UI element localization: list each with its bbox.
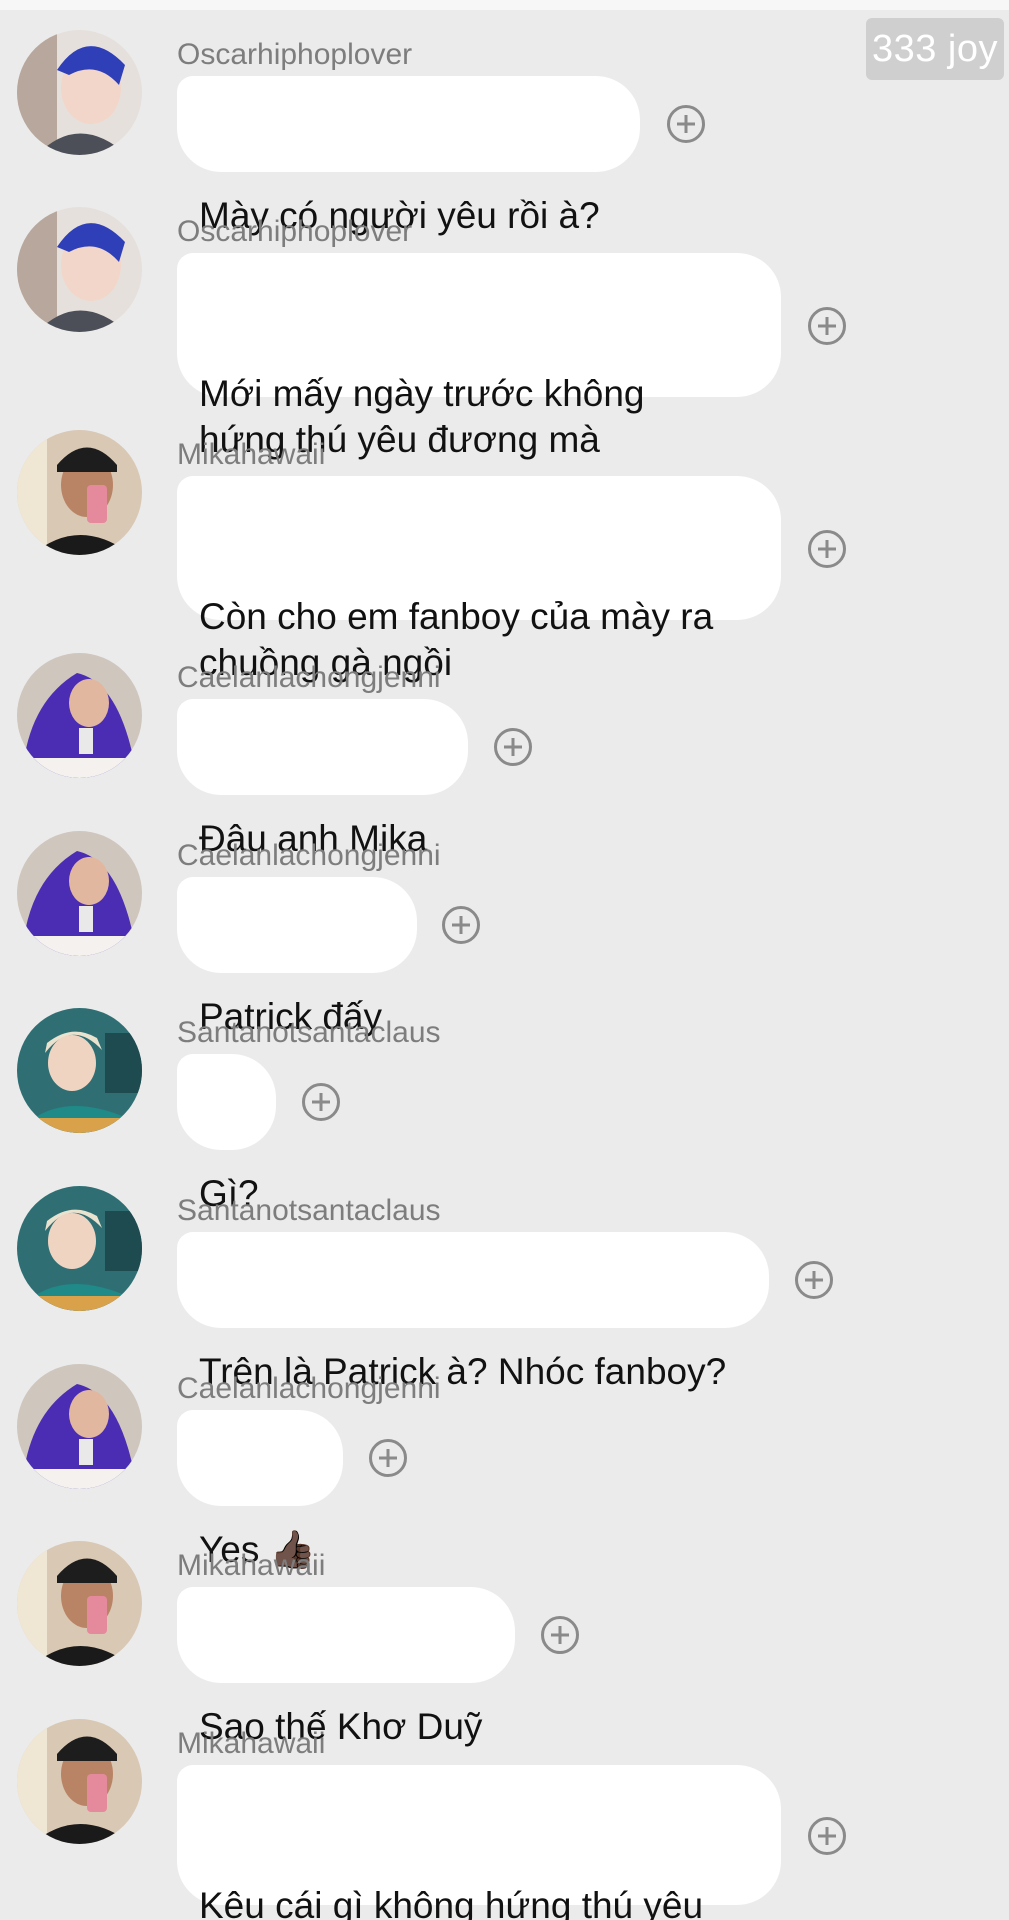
user-avatar-santa[interactable] <box>17 1186 142 1311</box>
user-avatar-caelan[interactable] <box>17 653 142 778</box>
add-circle-icon[interactable] <box>302 1083 340 1121</box>
message-text: Kêu cái gì không hứng thú yêu đương <box>199 1885 704 1920</box>
add-circle-icon[interactable] <box>808 530 846 568</box>
user-avatar-oscar[interactable] <box>17 207 142 332</box>
user-avatar-mika[interactable] <box>17 1541 142 1666</box>
user-avatar-mika[interactable] <box>17 1719 142 1844</box>
chat-screen: 333 joy Oscarhiphoplover Mày có người yê… <box>0 0 1009 1920</box>
add-circle-icon[interactable] <box>541 1616 579 1654</box>
message-username: Santanotsantaclaus <box>177 1194 441 1227</box>
add-circle-icon[interactable] <box>795 1261 833 1299</box>
message-bubble[interactable]: Yes 👍🏿 <box>177 1410 343 1570</box>
add-circle-icon[interactable] <box>494 728 532 766</box>
top-divider <box>0 0 1009 10</box>
message-username: Caelanlachongjenni <box>177 1372 441 1405</box>
message-username: Oscarhiphoplover <box>177 38 413 71</box>
user-avatar-mika[interactable] <box>17 430 142 555</box>
points-badge: 333 joy <box>866 18 1004 80</box>
message-bubble[interactable]: Còn cho em fanboy của mày ra chuồng gà n… <box>177 476 781 683</box>
message-bubble[interactable]: Đâu anh Mika <box>177 699 468 859</box>
add-circle-icon[interactable] <box>808 307 846 345</box>
add-circle-icon[interactable] <box>808 1817 846 1855</box>
message-bubble[interactable]: Kêu cái gì không hứng thú yêu đương <box>177 1765 781 1920</box>
message-username: Mikahawaii <box>177 1549 326 1582</box>
message-username: Mikahawaii <box>177 438 326 471</box>
message-bubble[interactable]: Mới mấy ngày trước không hứng thú yêu đư… <box>177 253 781 460</box>
user-avatar-oscar[interactable] <box>17 30 142 155</box>
add-circle-icon[interactable] <box>369 1439 407 1477</box>
message-bubble[interactable]: Sao thế Khơ Duỹ <box>177 1587 515 1747</box>
add-circle-icon[interactable] <box>667 105 705 143</box>
message-username: Mikahawaii <box>177 1727 326 1760</box>
message-username: Caelanlachongjenni <box>177 661 441 694</box>
message-bubble[interactable]: Trên là Patrick à? Nhóc fanboy? <box>177 1232 769 1392</box>
message-bubble[interactable]: Gì? <box>177 1054 276 1214</box>
message-username: Oscarhiphoplover <box>177 215 413 248</box>
user-avatar-caelan[interactable] <box>17 831 142 956</box>
user-avatar-caelan[interactable] <box>17 1364 142 1489</box>
add-circle-icon[interactable] <box>442 906 480 944</box>
message-username: Caelanlachongjenni <box>177 839 441 872</box>
user-avatar-santa[interactable] <box>17 1008 142 1133</box>
message-bubble[interactable]: Mày có người yêu rồi à? <box>177 76 640 236</box>
message-username: Santanotsantaclaus <box>177 1016 441 1049</box>
message-bubble[interactable]: Patrick đấy <box>177 877 417 1037</box>
